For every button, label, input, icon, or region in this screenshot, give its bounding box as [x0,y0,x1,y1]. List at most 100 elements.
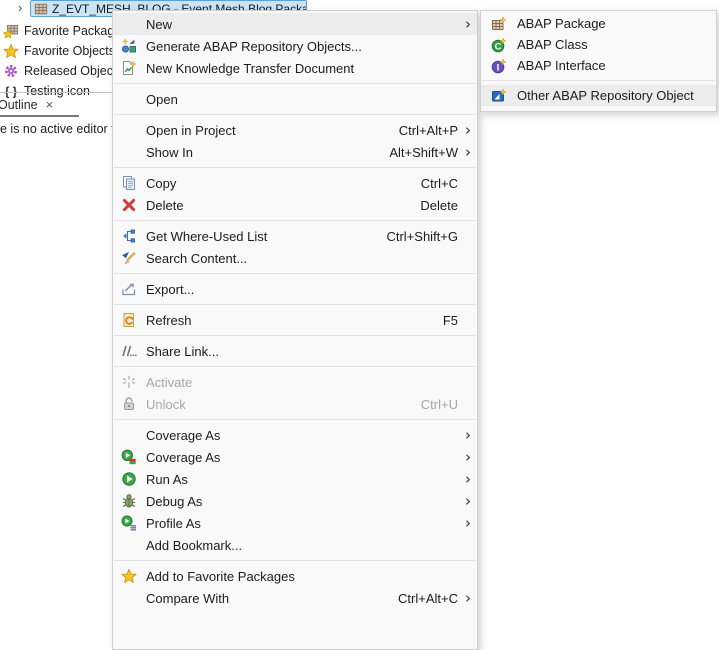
menu-item-label: Export... [146,282,458,297]
menu-item-compare-with[interactable]: Compare WithCtrl+Alt+C› [113,587,477,609]
abap-package-icon [34,2,48,16]
menu-item-new-knowledge-transfer-document[interactable]: New Knowledge Transfer Document [113,57,477,79]
search-content-icon [119,250,139,266]
menu-item-label: Generate ABAP Repository Objects... [146,39,458,54]
submenu-arrow-icon: › [458,123,471,137]
favorite-package-icon [3,23,19,39]
menu-item-label: Show In [146,145,377,160]
menu-item-copy[interactable]: Copy Ctrl+C [113,172,477,194]
export-icon [119,281,139,297]
menu-item-label: New [146,17,458,32]
menu-item-coverage-as[interactable]: Coverage As› [113,446,477,468]
menu-item-label: Coverage As [146,428,458,443]
knowledge-transfer-icon [119,60,139,76]
menu-item-shortcut: Ctrl+Alt+P [399,123,458,138]
sidebar-item-label: Favorite Objects [24,44,115,58]
svg-text:C: C [495,41,502,52]
menu-separator [114,83,476,84]
menu-item-label: Share Link... [146,344,458,359]
menu-item-label: Run As [146,472,458,487]
menu-item-label: Other ABAP Repository Object [517,88,697,103]
no-icon [119,122,139,138]
copy-icon [119,175,139,191]
unlock-icon [119,396,139,412]
menu-separator [114,419,476,420]
abap-class-icon: C [490,37,508,53]
debug-icon [119,493,139,509]
menu-item-search-content[interactable]: Search Content... [113,247,477,269]
menu-item-generate-abap-repository-objects[interactable]: Generate ABAP Repository Objects... [113,35,477,57]
outline-empty-message: e is no active editor t [0,122,115,136]
menu-item-label: Search Content... [146,251,458,266]
menu-item-share-link[interactable]: Share Link... [113,340,477,362]
favorite-star-icon [119,568,139,584]
menu-item-label: Activate [146,375,458,390]
menu-item-label: Copy [146,176,409,191]
submenu-arrow-icon: › [458,450,471,464]
menu-item-label: ABAP Interface [517,58,697,73]
menu-item-profile-as[interactable]: Profile As› [113,512,477,534]
menu-item-open[interactable]: Open [113,88,477,110]
share-link-icon [119,343,139,359]
new-submenu: ABAP Package C ABAP Class IABAP Interface Ot… [480,10,717,112]
explorer-item-list: Favorite Packages Favorite Objects Release… [3,21,128,101]
menu-item-label: Add Bookmark... [146,538,458,553]
generate-icon [119,38,139,54]
menu-item-label: ABAP Package [517,16,697,31]
menu-item-abap-package[interactable]: ABAP Package [481,13,716,34]
abap-package-new-icon [490,16,508,32]
profile-icon [119,515,139,531]
menu-item-export[interactable]: Export... [113,278,477,300]
menu-item-shortcut: Ctrl+U [421,397,458,412]
menu-item-label: Add to Favorite Packages [146,569,458,584]
tab-outline[interactable]: Outline × [0,93,59,116]
run-icon [119,471,139,487]
menu-item-debug-as[interactable]: Debug As› [113,490,477,512]
menu-item-label: Get Where-Used List [146,229,374,244]
submenu-arrow-icon: › [458,472,471,486]
activate-icon [119,374,139,390]
menu-item-refresh[interactable]: Refresh F5 [113,309,477,331]
menu-item-abap-interface[interactable]: IABAP Interface [481,55,716,76]
menu-separator [482,80,715,81]
no-icon [119,16,139,32]
submenu-arrow-icon: › [458,17,471,31]
menu-item-get-where-used-list[interactable]: Get Where-Used ListCtrl+Shift+G [113,225,477,247]
sidebar-item-released-objects[interactable]: Released Objects [3,61,128,81]
menu-item-open-in-project[interactable]: Open in ProjectCtrl+Alt+P› [113,119,477,141]
favorite-star-icon [3,43,19,59]
no-icon [119,427,139,443]
menu-item-delete[interactable]: DeleteDelete [113,194,477,216]
menu-item-coverage-as[interactable]: Coverage As› [113,424,477,446]
menu-item-abap-class[interactable]: C ABAP Class [481,34,716,55]
menu-item-shortcut: Alt+Shift+W [389,145,458,160]
menu-item-label: Delete [146,198,408,213]
menu-item-shortcut: F5 [443,313,458,328]
menu-item-add-to-favorite-packages[interactable]: Add to Favorite Packages [113,565,477,587]
context-menu: New›Generate ABAP Repository Objects...N… [112,10,478,650]
sidebar-item-favorite-objects[interactable]: Favorite Objects [3,41,128,61]
menu-separator [114,220,476,221]
no-icon [119,91,139,107]
menu-separator [114,114,476,115]
menu-separator [114,560,476,561]
menu-item-activate: Activate [113,371,477,393]
no-icon [119,537,139,553]
close-icon[interactable]: × [46,97,54,112]
menu-item-new[interactable]: New› [113,13,477,35]
menu-item-run-as[interactable]: Run As› [113,468,477,490]
menu-item-add-bookmark[interactable]: Add Bookmark... [113,534,477,556]
tab-outline-label: Outline [0,98,38,112]
submenu-arrow-icon: › [458,591,471,605]
sidebar-item-favorite-packages[interactable]: Favorite Packages [3,21,128,41]
menu-item-label: Unlock [146,397,409,412]
no-icon [119,144,139,160]
menu-item-other-abap-repository-object[interactable]: Other ABAP Repository Object [481,85,716,106]
menu-item-shortcut: Ctrl+Alt+C [398,591,458,606]
menu-item-shortcut: Ctrl+C [421,176,458,191]
menu-item-show-in[interactable]: Show InAlt+Shift+W› [113,141,477,163]
menu-separator [114,167,476,168]
tree-expander-icon[interactable]: › [18,0,22,15]
menu-item-label: ABAP Class [517,37,697,52]
menu-item-label: Refresh [146,313,431,328]
